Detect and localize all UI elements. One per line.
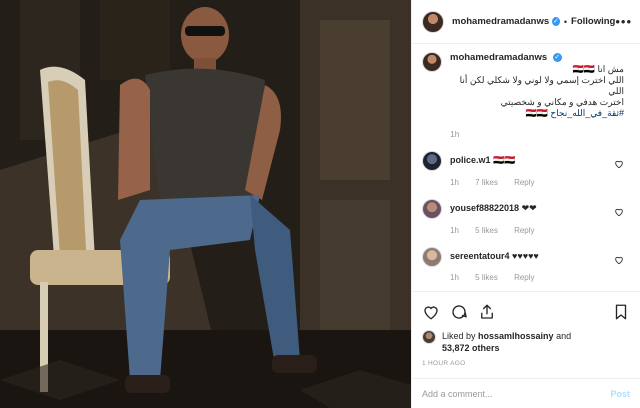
- separator-dot: •: [563, 16, 568, 27]
- post-actions: Liked by hossamlhossainy and 53,872 othe…: [412, 291, 640, 367]
- comment-likes[interactable]: 5 likes: [475, 273, 498, 282]
- comment-item: sereentatour4 ♥♥♥♥♥ 1h 5 likes Reply: [422, 247, 630, 282]
- caption-line: اخترت هدفي و مكاني و شخصيتي: [500, 97, 624, 107]
- comment-bubble-icon[interactable]: [450, 303, 468, 321]
- comment-time[interactable]: 1h: [450, 178, 459, 187]
- post-comment-button[interactable]: Post: [610, 389, 630, 399]
- liker-avatar[interactable]: [422, 330, 436, 344]
- like-comment-heart-icon[interactable]: [614, 159, 624, 169]
- caption-avatar[interactable]: [422, 52, 442, 72]
- caption-text: مش انا 🇪🇬🇪🇬 اللي اخترت إسمي ولا لوني ولا…: [450, 64, 630, 119]
- comment-likes[interactable]: 7 likes: [475, 178, 498, 187]
- comment-text: 🇪🇬🇪🇬: [493, 155, 516, 165]
- likes-others-link[interactable]: 53,872 others: [442, 343, 500, 353]
- post-header: mohamedramadanws ✓ • Following •••: [412, 0, 640, 44]
- comment-text: ♥♥♥♥♥: [512, 251, 539, 261]
- action-bar: [422, 300, 630, 324]
- post-timestamp[interactable]: 1 HOUR AGO: [422, 360, 630, 367]
- verified-badge-icon: ✓: [552, 53, 562, 63]
- likes-and: and: [553, 331, 572, 341]
- share-icon[interactable]: [478, 303, 496, 321]
- reply-button[interactable]: Reply: [514, 273, 534, 282]
- commenter-avatar[interactable]: [422, 151, 442, 171]
- caption-time[interactable]: 1h: [450, 129, 630, 139]
- author-username[interactable]: mohamedramadanws: [452, 16, 549, 27]
- post-photo[interactable]: [0, 0, 411, 408]
- likes-summary: Liked by hossamlhossainy and 53,872 othe…: [422, 330, 630, 354]
- like-comment-heart-icon[interactable]: [614, 255, 624, 265]
- more-options-icon[interactable]: •••: [615, 14, 632, 29]
- reply-button[interactable]: Reply: [514, 178, 534, 187]
- reply-button[interactable]: Reply: [514, 226, 534, 235]
- caption-line: اللي اخترت إسمي ولا لوني ولا شكلي لكن أن…: [459, 75, 624, 96]
- photo-illustration: [0, 0, 411, 408]
- likes-prefix: Liked by: [442, 331, 479, 341]
- bookmark-icon[interactable]: [612, 303, 630, 321]
- add-comment-bar: Post: [412, 378, 640, 408]
- caption-line: مش انا 🇪🇬🇪🇬: [572, 64, 624, 74]
- like-heart-icon[interactable]: [422, 303, 440, 321]
- comment-text: ❤❤: [521, 203, 537, 213]
- comment-time[interactable]: 1h: [450, 226, 459, 235]
- comment-username[interactable]: sereentatour4: [450, 251, 510, 261]
- following-button[interactable]: Following: [571, 16, 615, 27]
- verified-badge-icon: ✓: [552, 17, 560, 26]
- add-comment-input[interactable]: [422, 388, 611, 399]
- commenter-avatar[interactable]: [422, 247, 442, 267]
- author-avatar[interactable]: [422, 10, 444, 33]
- comment-time[interactable]: 1h: [450, 273, 459, 282]
- comment-item: yousef88822018 ❤❤ 1h 5 likes Reply: [422, 199, 630, 235]
- comment-username[interactable]: police.w1: [450, 155, 491, 165]
- like-comment-heart-icon[interactable]: [614, 207, 624, 217]
- caption-username[interactable]: mohamedramadanws: [450, 52, 547, 63]
- comment-likes[interactable]: 5 likes: [475, 226, 498, 235]
- comments-list[interactable]: mohamedramadanws ✓ مش انا 🇪🇬🇪🇬 اللي اختر…: [412, 44, 640, 291]
- post-side-panel: mohamedramadanws ✓ • Following ••• moham…: [411, 0, 640, 408]
- commenter-avatar[interactable]: [422, 199, 442, 219]
- caption: mohamedramadanws ✓ مش انا 🇪🇬🇪🇬 اللي اختر…: [422, 52, 630, 139]
- comment-username[interactable]: yousef88822018: [450, 203, 519, 213]
- liker-username[interactable]: hossamlhossainy: [478, 331, 554, 341]
- comment-item: police.w1 🇪🇬🇪🇬 1h 7 likes Reply: [422, 151, 630, 187]
- caption-hashtag[interactable]: #ثقة_في_الله_نجاح 🇪🇬🇪🇬: [450, 108, 624, 119]
